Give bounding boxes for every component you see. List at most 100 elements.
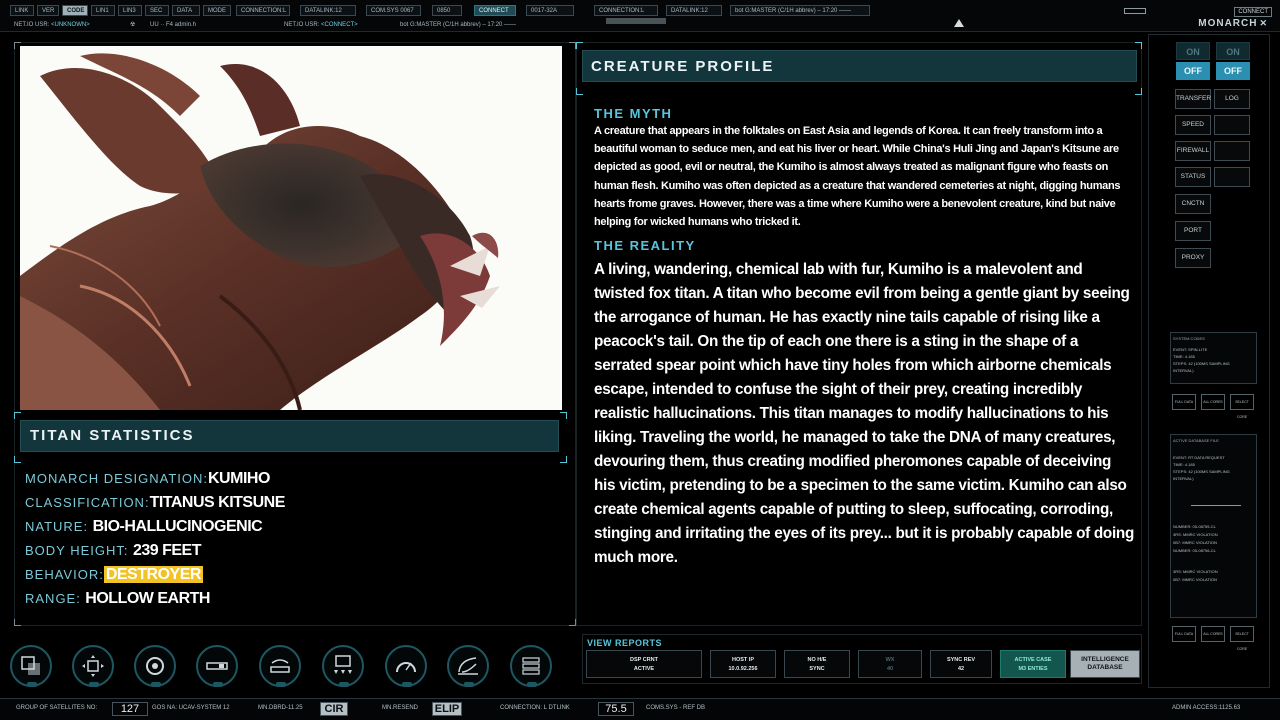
warning-triangle-icon	[954, 19, 964, 27]
creature-image	[20, 46, 562, 410]
stat-behavior: BEHAVIOR: DESTROYER	[25, 566, 203, 583]
transfer-button[interactable]: TRANSFER	[1175, 89, 1211, 109]
status-button[interactable]: STATUS	[1175, 167, 1211, 187]
tab-link[interactable]: LINK	[10, 5, 34, 16]
port-button[interactable]: PORT	[1175, 221, 1211, 241]
layers-icon	[21, 656, 40, 675]
radar-button[interactable]	[447, 645, 489, 687]
creature-profile-header: CREATURE PROFILE	[582, 50, 1137, 82]
select-core-button[interactable]: SELECT CORE	[1230, 394, 1254, 419]
divider	[1191, 505, 1241, 506]
connect-button-right[interactable]: CONNECT	[1234, 7, 1272, 17]
proxy-button[interactable]: PROXY	[1175, 248, 1211, 268]
datalink-status: DATALINK:12	[300, 5, 356, 16]
code-readout: 0850	[432, 5, 462, 16]
report-dsp-crnt[interactable]: DSP CRNT ACTIVE	[586, 650, 702, 678]
report-wx[interactable]: WX 40	[858, 650, 922, 678]
monarch-logo: MONARCH ✕	[1198, 18, 1268, 29]
stat-range: RANGE: HOLLOW EARTH	[25, 590, 210, 607]
firewall-value-box[interactable]	[1214, 141, 1250, 161]
bottom-status-bar: GROUP OF SATELLITES NO: 127 GOS NA: UCAV…	[0, 698, 1280, 720]
power-off-button-2[interactable]: OFF	[1216, 62, 1250, 80]
monitor-network-icon	[334, 655, 352, 674]
select-core-button-2[interactable]: SELECT CORE	[1230, 626, 1254, 651]
elip-button[interactable]: ELIP	[432, 702, 462, 716]
layers-button[interactable]	[10, 645, 52, 687]
power-off-button-1[interactable]: OFF	[1176, 62, 1210, 80]
slider-icon	[206, 662, 228, 670]
report-active-case[interactable]: ACTIVE CASE M3 ENTIES	[1000, 650, 1066, 678]
connection-label: CONNECTION: L DTLINK	[500, 705, 570, 711]
reality-title: THE REALITY	[594, 238, 696, 253]
all-cores-button[interactable]: ALL CORES	[1201, 394, 1225, 410]
firewall-button[interactable]: FIREWALL	[1175, 141, 1211, 161]
tab-mode[interactable]: MODE	[203, 5, 231, 16]
cnctn-button[interactable]: CNCTN	[1175, 194, 1211, 214]
intelligence-database-button[interactable]: INTELLIGENCE DATABASE	[1070, 650, 1140, 678]
report-no-he[interactable]: NO H/E SYNC	[784, 650, 850, 678]
stack-button[interactable]	[510, 645, 552, 687]
kumiho-illustration	[20, 53, 500, 410]
move-arrows-icon	[82, 655, 104, 677]
bot-master-status-2: bot G:MASTER (C/1H abbrev) – 17:20 ——	[400, 22, 517, 28]
progress-strip	[606, 18, 666, 24]
power-on-button-2[interactable]: ON	[1216, 42, 1250, 60]
stat-nature: NATURE: BIO-HALLUCINOGENIC	[25, 518, 263, 535]
net-user-unknown: NET.IO USR: <UNKNOWN>	[14, 22, 90, 28]
datalink-status-2: DATALINK:12	[666, 5, 722, 16]
tab-ver[interactable]: VER	[37, 5, 59, 16]
view-reports-title: VIEW REPORTS	[587, 638, 663, 648]
stat-classification: CLASSIFICATION:TITANUS KITSUNE	[25, 494, 285, 511]
signal-button[interactable]	[259, 645, 301, 687]
myth-title: THE MYTH	[594, 106, 673, 121]
com-sys-status: COM.SYS 0067	[366, 5, 421, 16]
move-button[interactable]	[72, 645, 114, 687]
report-host-ip[interactable]: HOST IP 10.0.92.256	[710, 650, 776, 678]
tab-lin3[interactable]: LIN3	[118, 5, 142, 16]
behavior-badge: DESTROYER	[103, 566, 203, 583]
satellites-value: 127	[112, 702, 148, 716]
report-sync-rev[interactable]: SYNC REV 42	[930, 650, 992, 678]
signal-icon	[270, 659, 290, 673]
connection-status-2: CONNECTION:L	[594, 5, 658, 16]
connection-status: CONNECTION:L	[236, 5, 290, 16]
radar-icon	[458, 657, 478, 675]
value-readout: 75.5	[598, 702, 634, 716]
titan-statistics-header: TITAN STATISTICS	[20, 420, 559, 452]
admin-path-text: UU ·· F4 admin.h	[150, 22, 197, 28]
status-value-box[interactable]	[1214, 167, 1250, 187]
cir-button[interactable]: CIR	[320, 702, 348, 716]
monitor-network-button[interactable]	[322, 645, 364, 687]
slider-button[interactable]	[196, 645, 238, 687]
stack-icon	[522, 657, 540, 675]
coms-sys-label: COMS.SYS - REF DB	[646, 705, 706, 711]
speed-value-box[interactable]	[1214, 115, 1250, 135]
tab-code[interactable]: CODE	[62, 5, 88, 16]
net-user-connect: NET.IO USR: <CONNECT>	[284, 22, 358, 28]
full-data-button[interactable]: FULL DATA	[1172, 394, 1196, 410]
mn-dbrd-label: MN.DBRD-11.25	[258, 705, 303, 711]
target-icon	[146, 657, 164, 675]
myth-text: A creature that appears in the folktales…	[594, 125, 1121, 229]
stat-body-height: BODY HEIGHT: 239 FEET	[25, 542, 202, 559]
tab-lin1[interactable]: LIN1	[91, 5, 115, 16]
admin-access-label: ADMIN ACCESS:1125.63	[1172, 705, 1241, 711]
tab-sec[interactable]: SEC	[145, 5, 169, 16]
bot-master-status: bot G:MASTER (C/1H abbrev) – 17:20 ——	[730, 5, 870, 16]
speed-button[interactable]: SPEED	[1175, 115, 1211, 135]
code-readout-2: 0017-32A	[526, 5, 574, 16]
reality-text: A living, wandering, chemical lab with f…	[594, 261, 1135, 566]
satellites-label: GROUP OF SATELLITES NO:	[16, 705, 98, 711]
target-button[interactable]	[134, 645, 176, 687]
all-cores-button-2[interactable]: ALL CORES	[1201, 626, 1225, 642]
gauge-icon	[396, 662, 416, 673]
full-data-button-2[interactable]: FULL DATA	[1172, 626, 1196, 642]
gauge-button[interactable]	[385, 645, 427, 687]
connect-button[interactable]: CONNECT	[474, 5, 516, 16]
gos-label: GOS NA: UCAV-SYSTEM 12	[152, 705, 230, 711]
log-button[interactable]: LOG	[1214, 89, 1250, 109]
mn-resend-label: MN.RESEND	[382, 705, 419, 711]
tab-data[interactable]: DATA	[172, 5, 200, 16]
toggle-switch-icon[interactable]	[1124, 8, 1146, 14]
power-on-button-1[interactable]: ON	[1176, 42, 1210, 60]
